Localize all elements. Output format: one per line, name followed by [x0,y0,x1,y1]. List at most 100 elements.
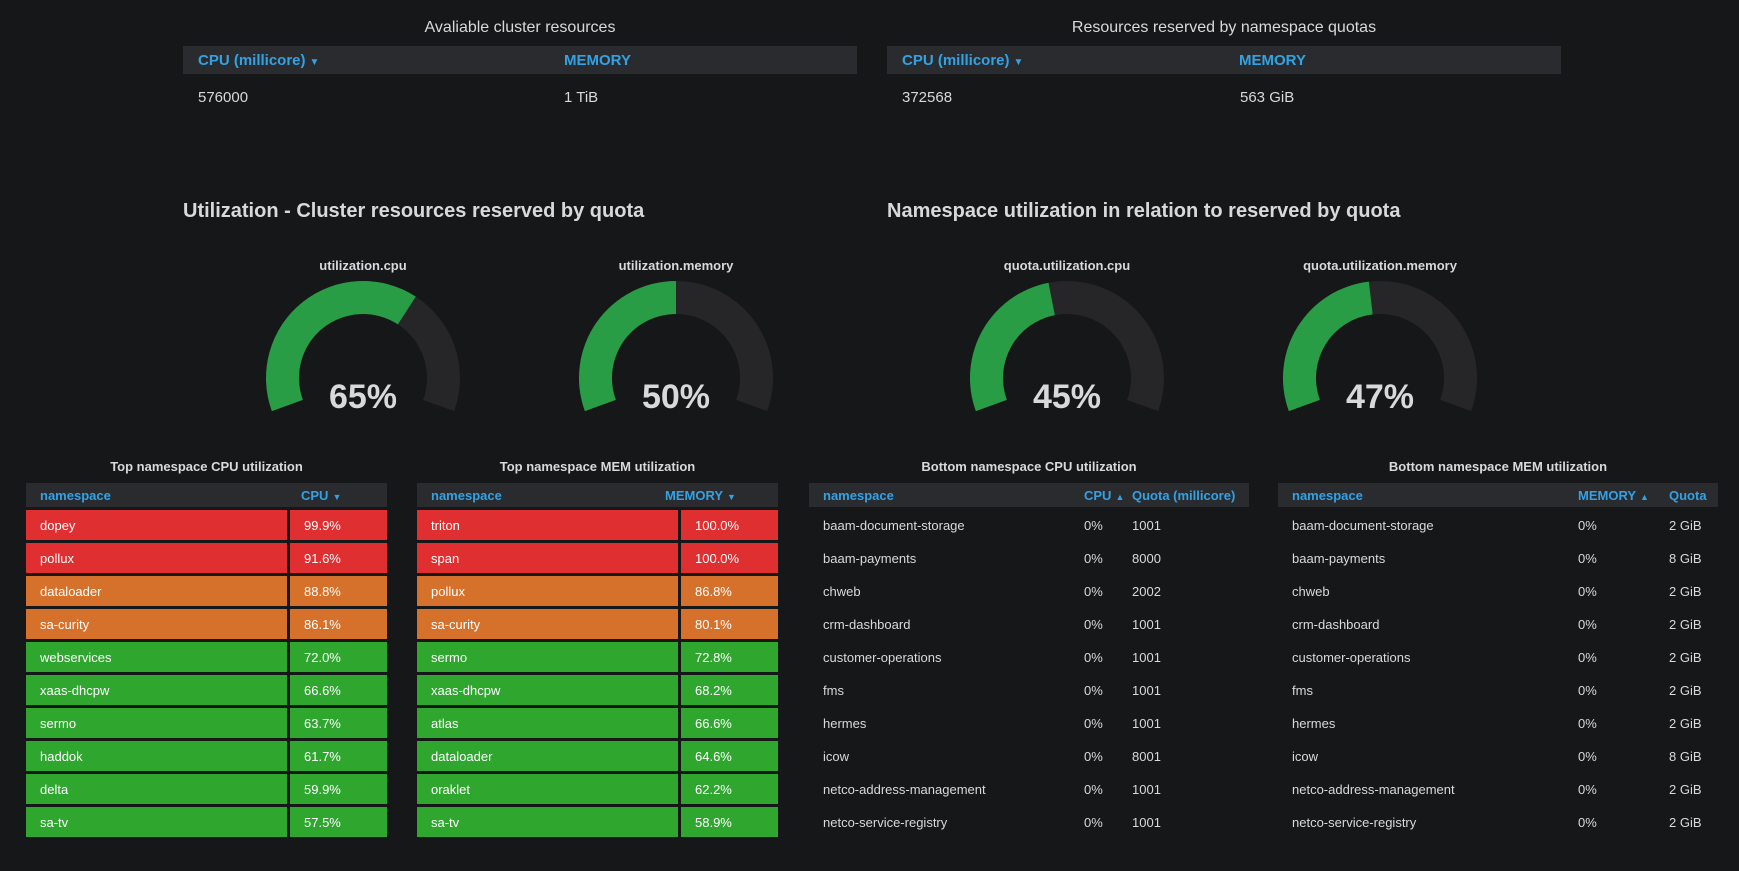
quota-column-header[interactable]: Quota [1669,488,1707,503]
table-row: netco-service-registry 0% 2 GiB [1278,807,1718,837]
quota-cell: 2 GiB [1669,649,1702,665]
value-cell: 88.8% [290,576,387,606]
available-resources-title: Avaliable cluster resources [424,19,616,36]
memory-column-header[interactable]: MEMORY ▼ [665,488,736,503]
value-cell: 0% [1578,583,1597,599]
namespace-cell: haddok [26,741,287,771]
quota-cell: 1001 [1132,814,1161,830]
table-row: netco-service-registry 0% 1001 [809,807,1249,837]
available-mem-column-header[interactable]: MEMORY [564,52,631,69]
value-cell: 100.0% [681,543,778,573]
table-row: sermo 72.8% [417,642,778,672]
reserved-cpu-column-header[interactable]: CPU (millicore) ▼ [902,52,1023,69]
bottom-mem-title: Bottom namespace MEM utilization [1388,459,1608,474]
value-cell: 0% [1578,616,1597,632]
cpu-column-header[interactable]: CPU ▲ [1084,488,1124,503]
value-cell: 61.7% [290,741,387,771]
value-cell: 72.0% [290,642,387,672]
namespace-cell: span [417,543,678,573]
namespace-cell: hermes [823,715,867,731]
value-cell: 0% [1578,715,1597,731]
namespace-column-header[interactable]: namespace [823,488,894,503]
quota-cell: 1001 [1132,682,1161,698]
value-cell: 0% [1084,715,1103,731]
gauge-quota-utilization-cpu: quota.utilization.cpu 45% [947,258,1187,438]
table-row: fms 0% 2 GiB [1278,675,1718,705]
namespace-cell: baam-payments [823,550,917,566]
value-cell: 0% [1084,649,1103,665]
table-row: oraklet 62.2% [417,774,778,804]
quota-cell: 2 GiB [1669,583,1702,599]
table-row: baam-payments 0% 8000 [809,543,1249,573]
table-row: xaas-dhcpw 68.2% [417,675,778,705]
bottom-cpu-table: namespace CPU ▲ Quota (millicore) baam-do… [809,483,1249,840]
table-row: webservices 72.0% [26,642,387,672]
memory-column-header[interactable]: MEMORY ▲ [1578,488,1649,503]
value-cell: 0% [1578,682,1597,698]
value-cell: 0% [1578,814,1597,830]
value-cell: 66.6% [290,675,387,705]
quota-cell: 8 GiB [1669,748,1702,764]
namespace-cell: pollux [417,576,678,606]
table-row: netco-address-management 0% 1001 [809,774,1249,804]
cpu-column-label: CPU [1084,487,1112,503]
table-row: crm-dashboard 0% 2 GiB [1278,609,1718,639]
quota-cell: 2 GiB [1669,616,1702,632]
gauge-value: 50% [641,378,711,416]
table-row: sa-curity 86.1% [26,609,387,639]
value-cell: 58.9% [681,807,778,837]
quota-cell: 1001 [1132,616,1161,632]
table-row: dopey 99.9% [26,510,387,540]
value-cell: 0% [1578,748,1597,764]
gauge-value: 65% [328,378,398,416]
table-row: delta 59.9% [26,774,387,804]
table-row: icow 0% 8001 [809,741,1249,771]
namespace-cell: xaas-dhcpw [26,675,287,705]
cpu-column-header[interactable]: CPU ▼ [301,488,341,503]
gauge-quota-utilization-memory: quota.utilization.memory 47% [1260,258,1500,438]
gauge-utilization-memory: utilization.memory 50% [556,258,796,438]
value-cell: 0% [1578,781,1597,797]
table-row: sa-tv 57.5% [26,807,387,837]
namespace-column-header[interactable]: namespace [40,488,111,503]
quota-column-header[interactable]: Quota (millicore) [1132,488,1235,503]
table-row: fms 0% 1001 [809,675,1249,705]
reserved-cpu-value: 372568 [902,89,953,106]
gauge-value: 47% [1345,378,1415,416]
available-cpu-column-header[interactable]: CPU (millicore) ▼ [198,52,319,69]
quota-cell: 8000 [1132,550,1161,566]
gauge-utilization-cpu: utilization.cpu 65% [243,258,483,438]
namespace-cell: hermes [1292,715,1336,731]
table-row: pollux 86.8% [417,576,778,606]
top-cpu-table-header: namespace CPU ▼ [26,483,387,507]
reserved-mem-column-header[interactable]: MEMORY [1239,52,1306,69]
value-cell: 86.1% [290,609,387,639]
namespace-cell: sa-curity [26,609,287,639]
sort-desc-icon: ▼ [332,491,342,502]
value-cell: 86.8% [681,576,778,606]
namespace-column-header[interactable]: namespace [431,488,502,503]
gauge-value: 45% [1032,378,1102,416]
table-row: netco-address-management 0% 2 GiB [1278,774,1718,804]
quota-cell: 2 GiB [1669,517,1702,533]
sort-asc-icon: ▲ [1115,491,1125,502]
quota-cell: 1001 [1132,517,1161,533]
quota-cell: 8 GiB [1669,550,1702,566]
namespace-cell: icow [823,748,850,764]
namespace-cell: fms [1292,682,1313,698]
value-cell: 91.6% [290,543,387,573]
section-title-cluster-utilization: Utilization - Cluster resources reserved… [183,200,645,222]
table-row: baam-payments 0% 8 GiB [1278,543,1718,573]
table-row: hermes 0% 2 GiB [1278,708,1718,738]
namespace-cell: baam-document-storage [823,517,965,533]
namespace-column-header[interactable]: namespace [1292,488,1363,503]
quota-cell: 1001 [1132,781,1161,797]
reserved-mem-value: 563 GiB [1240,89,1295,106]
quota-cell: 1001 [1132,649,1161,665]
table-row: triton 100.0% [417,510,778,540]
namespace-cell: sermo [26,708,287,738]
namespace-cell: netco-service-registry [1292,814,1417,830]
table-row: dataloader 64.6% [417,741,778,771]
value-cell: 72.8% [681,642,778,672]
table-row: chweb 0% 2 GiB [1278,576,1718,606]
